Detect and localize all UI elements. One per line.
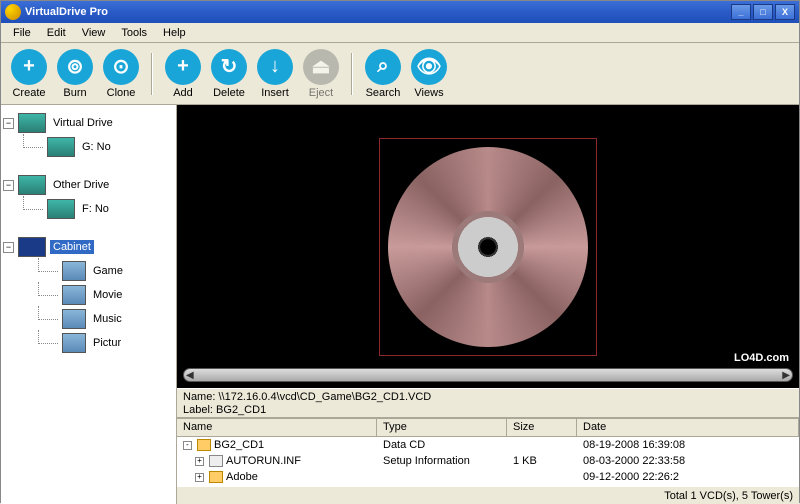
preview-scrollbar[interactable]: ◀ ▶ <box>183 368 793 382</box>
menu-tools[interactable]: Tools <box>113 25 155 41</box>
delete-button[interactable]: ↻Delete <box>209 47 249 101</box>
category-icon <box>62 261 86 281</box>
clone-button[interactable]: ⊙Clone <box>101 47 141 101</box>
tree-node-f-drive[interactable]: F: No <box>3 197 174 221</box>
file-icon <box>209 455 223 467</box>
drive-icon <box>18 113 46 133</box>
status-text: Total 1 VCD(s), 5 Tower(s) <box>664 490 793 502</box>
plus-icon: + <box>11 49 47 85</box>
folder-icon <box>197 439 211 451</box>
info-label-label: Label: <box>183 404 213 416</box>
column-date[interactable]: Date <box>577 419 799 436</box>
toolbar: +Create ⊚Burn ⊙Clone +Add ↻Delete ↓Inser… <box>1 43 799 105</box>
preview-area: ◀ ▶ LO4D.com <box>177 105 799 388</box>
category-icon <box>62 333 86 353</box>
status-bar: Total 1 VCD(s), 5 Tower(s) <box>177 486 799 504</box>
separator <box>351 53 353 95</box>
maximize-button[interactable]: □ <box>753 4 773 20</box>
tree-node-virtual-drive[interactable]: − Virtual Drive <box>3 111 174 135</box>
tree-collapse-icon[interactable]: - <box>183 441 192 450</box>
window-title: VirtualDrive Pro <box>25 6 731 18</box>
scroll-right-icon[interactable]: ▶ <box>782 370 790 381</box>
file-row[interactable]: +Adobe 09-12-2000 22:26:2 <box>177 469 799 485</box>
info-panel: Name: \\172.16.0.4\vcd\CD_Game\BG2_CD1.V… <box>177 388 799 418</box>
views-button[interactable]: 👁Views <box>409 47 449 101</box>
tree-node-other-drive[interactable]: − Other Drive <box>3 173 174 197</box>
column-size[interactable]: Size <box>507 419 577 436</box>
file-list[interactable]: Name Type Size Date -BG2_CD1 Data CD 08-… <box>177 418 799 504</box>
clone-icon: ⊙ <box>103 49 139 85</box>
search-icon: ⌕ <box>365 49 401 85</box>
burn-button[interactable]: ⊚Burn <box>55 47 95 101</box>
category-icon <box>62 285 86 305</box>
menu-help[interactable]: Help <box>155 25 194 41</box>
add-button[interactable]: +Add <box>163 47 203 101</box>
tree-panel[interactable]: − Virtual Drive G: No − Other Drive F: N… <box>1 105 177 504</box>
file-list-header: Name Type Size Date <box>177 419 799 437</box>
drive-icon <box>47 137 75 157</box>
tree-node-game[interactable]: Game <box>3 259 174 283</box>
menubar: File Edit View Tools Help <box>1 23 799 43</box>
info-label-value: BG2_CD1 <box>216 404 266 416</box>
tree-node-movie[interactable]: Movie <box>3 283 174 307</box>
tree-collapse-icon[interactable]: − <box>3 118 14 129</box>
menu-edit[interactable]: Edit <box>39 25 74 41</box>
info-name-label: Name: <box>183 391 215 403</box>
cabinet-icon <box>18 237 46 257</box>
menu-view[interactable]: View <box>74 25 114 41</box>
file-row[interactable]: -BG2_CD1 Data CD 08-19-2008 16:39:08 <box>177 437 799 453</box>
insert-icon: ↓ <box>257 49 293 85</box>
eject-button: ⏏Eject <box>301 47 341 101</box>
create-button[interactable]: +Create <box>9 47 49 101</box>
scroll-left-icon[interactable]: ◀ <box>186 370 194 381</box>
eye-icon: 👁 <box>411 49 447 85</box>
delete-icon: ↻ <box>211 49 247 85</box>
column-type[interactable]: Type <box>377 419 507 436</box>
search-button[interactable]: ⌕Search <box>363 47 403 101</box>
file-row[interactable]: +AUTORUN.INF Setup Information 1 KB 08-0… <box>177 453 799 469</box>
eject-icon: ⏏ <box>303 49 339 85</box>
close-button[interactable]: X <box>775 4 795 20</box>
category-icon <box>62 309 86 329</box>
info-name-value: \\172.16.0.4\vcd\CD_Game\BG2_CD1.VCD <box>218 391 431 403</box>
tree-node-cabinet[interactable]: − Cabinet <box>3 235 174 259</box>
tree-node-music[interactable]: Music <box>3 307 174 331</box>
disc-icon <box>388 147 588 347</box>
separator <box>151 53 153 95</box>
insert-button[interactable]: ↓Insert <box>255 47 295 101</box>
disc-frame <box>379 138 597 356</box>
burn-icon: ⊚ <box>57 49 93 85</box>
tree-expand-icon[interactable]: + <box>195 457 204 466</box>
menu-file[interactable]: File <box>5 25 39 41</box>
minimize-button[interactable]: _ <box>731 4 751 20</box>
drive-icon <box>18 175 46 195</box>
tree-expand-icon[interactable]: + <box>195 473 204 482</box>
tree-node-g-drive[interactable]: G: No <box>3 135 174 159</box>
folder-icon <box>209 471 223 483</box>
tree-node-picture[interactable]: Pictur <box>3 331 174 355</box>
tree-collapse-icon[interactable]: − <box>3 180 14 191</box>
column-name[interactable]: Name <box>177 419 377 436</box>
watermark: LO4D.com <box>734 352 789 364</box>
drive-icon <box>47 199 75 219</box>
app-icon <box>5 4 21 20</box>
tree-collapse-icon[interactable]: − <box>3 242 14 253</box>
add-icon: + <box>165 49 201 85</box>
titlebar[interactable]: VirtualDrive Pro _ □ X <box>1 1 799 23</box>
